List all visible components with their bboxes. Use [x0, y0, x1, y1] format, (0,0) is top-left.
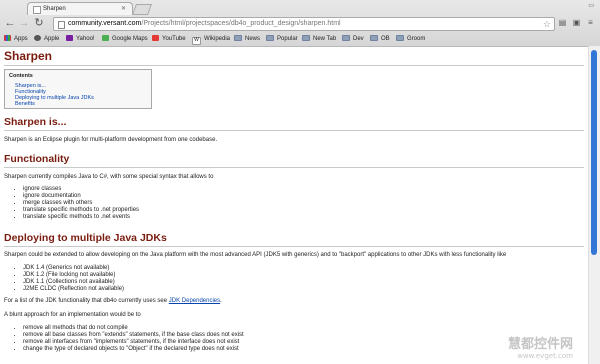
- bookmark-youtube[interactable]: YouTube: [152, 33, 186, 45]
- list-item: ignore documentation: [23, 193, 139, 200]
- list-item: merge classes with others: [23, 200, 139, 207]
- jdk-list: JDK 1.4 (Generics not available) JDK 1.2…: [12, 265, 124, 293]
- approach-list: remove all methods that do not compile r…: [12, 325, 244, 353]
- apps-icon: [4, 35, 11, 41]
- section-divider: [4, 167, 584, 168]
- url-path: /Projects/html/projectspaces/db4o_produc…: [141, 20, 341, 27]
- toc-title: Contents: [9, 73, 33, 79]
- section-heading-deploying: Deploying to multiple Java JDKs: [4, 232, 167, 244]
- list-item: J2ME CLDC (Reflection not available): [23, 286, 124, 293]
- tab-sharpen[interactable]: Sharpen ✕: [27, 2, 133, 15]
- reload-icon[interactable]: ↻: [33, 17, 45, 29]
- folder-icon: [342, 35, 350, 41]
- list-item: JDK 1.4 (Generics not available): [23, 265, 124, 272]
- list-item: JDK 1.1 (Collections not available): [23, 279, 124, 286]
- section-divider: [4, 246, 584, 247]
- section-text: For a list of the JDK functionality that…: [4, 298, 222, 304]
- bookmark-apps[interactable]: Apps: [4, 33, 28, 45]
- section-text: Sharpen could be extended to allow devel…: [4, 252, 507, 258]
- bookmark-apple[interactable]: Apple: [34, 33, 59, 45]
- bookmark-popular[interactable]: Popular: [266, 33, 298, 45]
- browser-chrome: Sharpen ✕ ▭ ← → ↻ community.versant.com/…: [0, 0, 600, 47]
- navigation-bar: ← → ↻ community.versant.com/Projects/htm…: [0, 15, 600, 32]
- section-heading-sharpen-is: Sharpen is...: [4, 116, 67, 128]
- yahoo-icon: [66, 35, 73, 41]
- list-item: ignore classes: [23, 186, 139, 193]
- bookmark-news[interactable]: News: [234, 33, 260, 45]
- star-icon[interactable]: ☆: [543, 18, 551, 30]
- bookmark-yahoo[interactable]: Yahoo!: [66, 33, 95, 45]
- apple-icon: [34, 35, 41, 41]
- window-controls-icon[interactable]: ▭: [588, 2, 594, 9]
- bookmark-wikipedia[interactable]: W Wikipedia: [192, 33, 230, 45]
- page-icon: [58, 21, 65, 29]
- jdk-dependencies-link[interactable]: JDK Dependencies: [169, 298, 220, 304]
- bookmark-ob[interactable]: OB: [370, 33, 390, 45]
- folder-icon: [266, 35, 274, 41]
- wikipedia-icon: W: [192, 37, 201, 45]
- page-icon: [33, 6, 41, 14]
- list-item: translate specific methods to .net event…: [23, 214, 139, 221]
- bookmark-groom[interactable]: Groom: [396, 33, 425, 45]
- list-item: remove all interfaces from "implements" …: [23, 339, 244, 346]
- section-text: Sharpen currently compiles Java to C#, w…: [4, 174, 214, 180]
- section-heading-functionality: Functionality: [4, 153, 70, 165]
- folder-icon: [302, 35, 310, 41]
- url-host: community.versant.com: [68, 20, 142, 27]
- close-icon[interactable]: ✕: [121, 3, 126, 15]
- bookmarks-bar: Apps Apple Yahoo! Google Maps YouTube WW…: [0, 33, 600, 45]
- section-divider: [4, 130, 584, 131]
- tab-strip: Sharpen ✕ ▭: [0, 0, 600, 15]
- section-text: A blunt approach for an implementation w…: [4, 312, 141, 318]
- list-item: translate specific methods to .net prope…: [23, 207, 139, 214]
- new-tab-button[interactable]: [131, 4, 153, 15]
- bookmark-google-maps[interactable]: Google Maps: [102, 33, 148, 45]
- url-text: community.versant.com/Projects/html/proj…: [68, 18, 341, 30]
- extension-icon[interactable]: ▤: [557, 18, 568, 28]
- page-title: Sharpen: [4, 49, 53, 63]
- list-item: change the type of declared objects to "…: [23, 346, 244, 353]
- page-content: Sharpen Contents Sharpen is... Functiona…: [0, 46, 589, 364]
- address-bar[interactable]: community.versant.com/Projects/html/proj…: [53, 17, 555, 31]
- bookmark-new-tab[interactable]: New Tab: [302, 33, 336, 45]
- scrollbar-thumb[interactable]: [591, 50, 597, 255]
- vertical-scrollbar[interactable]: [588, 46, 600, 364]
- bookmark-dev[interactable]: Dev: [342, 33, 364, 45]
- list-item: JDK 1.2 (File locking not available): [23, 272, 124, 279]
- list-item: remove all methods that do not compile: [23, 325, 244, 332]
- extension-icon-2[interactable]: ▣: [571, 18, 582, 28]
- title-divider: [4, 65, 584, 66]
- list-item: remove all base classes from "extends" s…: [23, 332, 244, 339]
- folder-icon: [234, 35, 242, 41]
- tab-title: Sharpen: [43, 6, 66, 12]
- menu-icon[interactable]: ≡: [585, 18, 596, 28]
- table-of-contents: Contents Sharpen is... Functionality Dep…: [4, 69, 152, 109]
- google-maps-icon: [102, 35, 109, 41]
- watermark: 慧都控件网 www.evget.com: [507, 337, 573, 360]
- functionality-list: ignore classes ignore documentation merg…: [12, 186, 139, 221]
- folder-icon: [370, 35, 378, 41]
- back-icon[interactable]: ←: [4, 17, 16, 29]
- forward-icon[interactable]: →: [18, 17, 30, 29]
- toc-link-benefits[interactable]: Benefits: [15, 101, 35, 107]
- youtube-icon: [152, 35, 159, 41]
- folder-icon: [396, 35, 404, 41]
- section-text: Sharpen is an Eclipse plugin for multi-p…: [4, 137, 218, 143]
